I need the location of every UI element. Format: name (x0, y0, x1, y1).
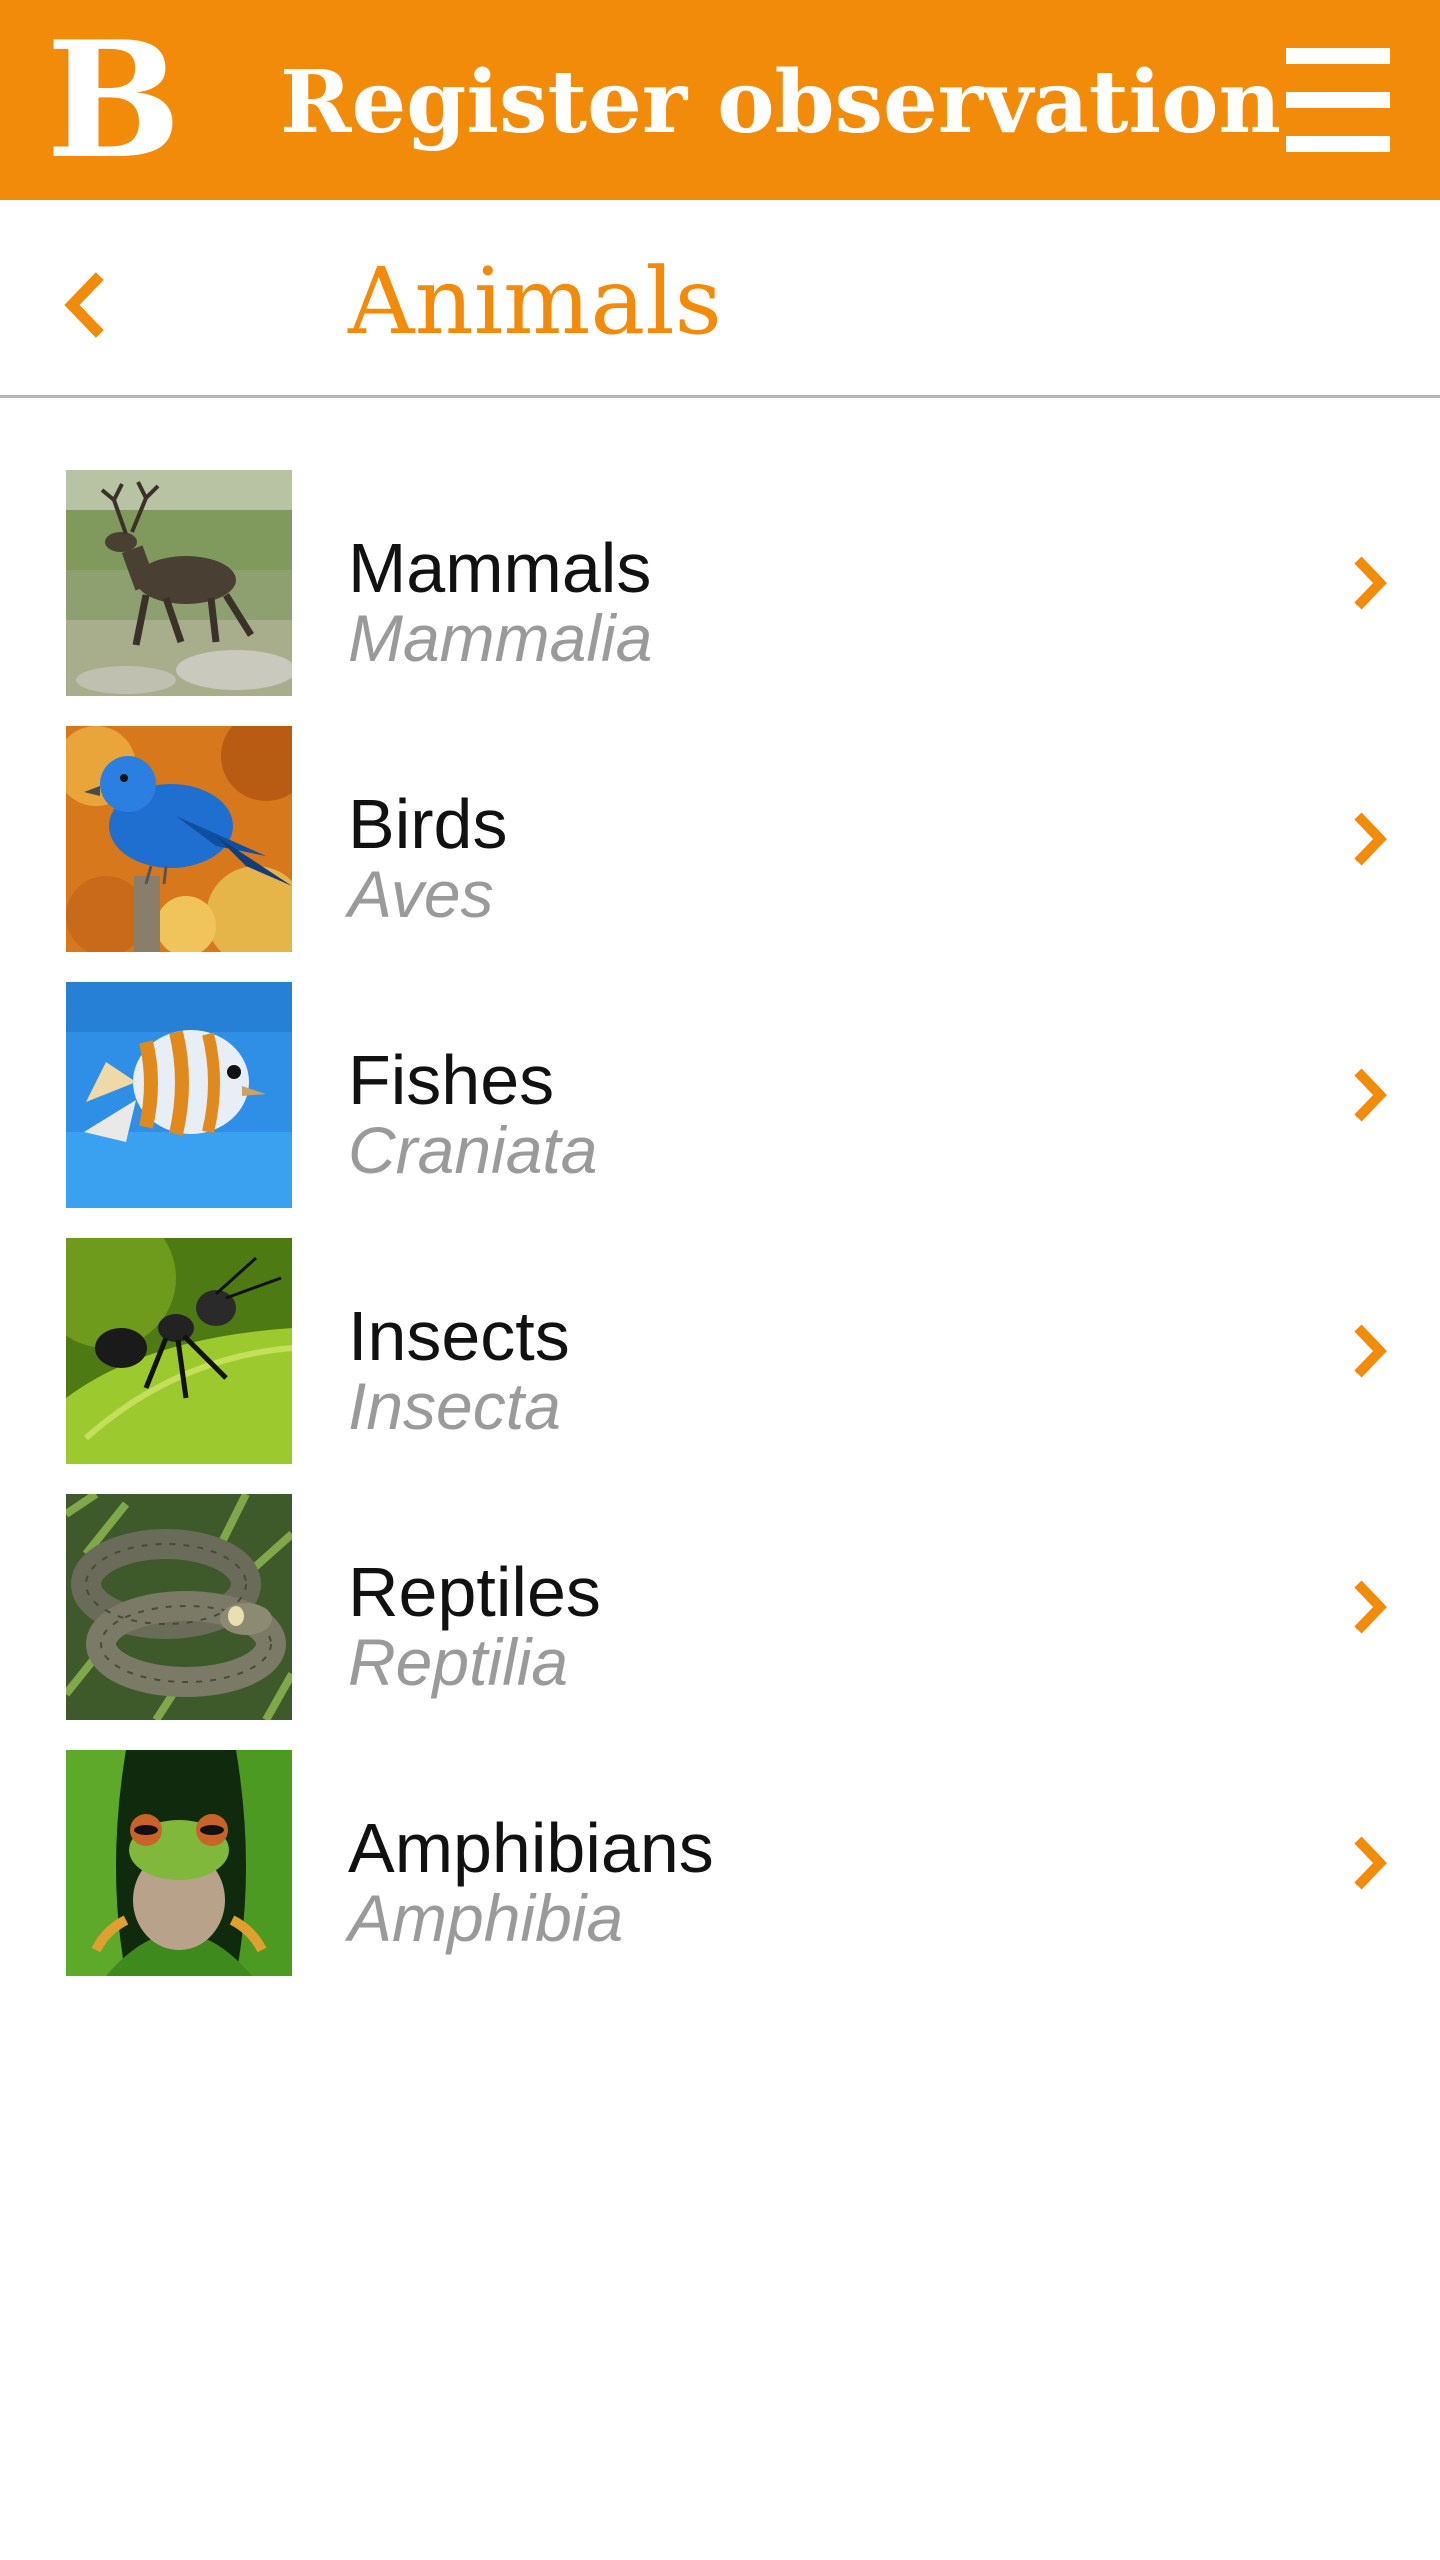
chevron-right-icon (1354, 1580, 1387, 1634)
menu-bar-bottom (1286, 136, 1390, 152)
category-name: Reptiles (348, 1553, 601, 1631)
category-name: Amphibians (348, 1809, 714, 1887)
list-item-reptiles[interactable]: Reptiles Reptilia (0, 1494, 1440, 1722)
hamburger-menu-icon[interactable] (1286, 48, 1390, 152)
list-item-insects[interactable]: Insects Insecta (0, 1238, 1440, 1466)
chevron-right-icon (1354, 1836, 1387, 1890)
back-button[interactable] (58, 272, 110, 338)
page-title: Animals (348, 248, 722, 355)
list-item-mammals[interactable]: Mammals Mammalia (0, 470, 1440, 698)
tree-frog-image (66, 1750, 292, 1976)
list-item-fishes[interactable]: Fishes Craniata (0, 982, 1440, 1210)
category-name: Insects (348, 1297, 570, 1375)
category-name: Mammals (348, 529, 652, 607)
chevron-left-icon (64, 272, 104, 338)
app-bar: B Register observation (0, 0, 1440, 200)
list-item-amphibians[interactable]: Amphibians Amphibia (0, 1750, 1440, 1978)
blue-bird-image (66, 726, 292, 952)
butterflyfish-image (66, 982, 292, 1208)
category-latin-name: Insecta (348, 1369, 561, 1443)
category-latin-name: Reptilia (348, 1625, 569, 1699)
app-logo[interactable]: B (46, 20, 181, 180)
list-item-birds[interactable]: Birds Aves (0, 726, 1440, 954)
category-latin-name: Mammalia (348, 601, 653, 675)
chevron-right-icon (1354, 1068, 1387, 1122)
category-latin-name: Amphibia (348, 1881, 624, 1955)
chevron-right-icon (1354, 1324, 1387, 1378)
page-header: Animals (0, 200, 1440, 398)
snake-image (66, 1494, 292, 1720)
app-bar-title: Register observation (280, 52, 1282, 153)
menu-bar-middle (1286, 92, 1390, 108)
menu-bar-top (1286, 48, 1390, 64)
category-latin-name: Craniata (348, 1113, 598, 1187)
category-name: Fishes (348, 1041, 555, 1119)
category-name: Birds (348, 785, 508, 863)
category-latin-name: Aves (348, 857, 494, 931)
ant-image (66, 1238, 292, 1464)
chevron-right-icon (1354, 812, 1387, 866)
reindeer-image (66, 470, 292, 696)
chevron-right-icon (1354, 556, 1387, 610)
